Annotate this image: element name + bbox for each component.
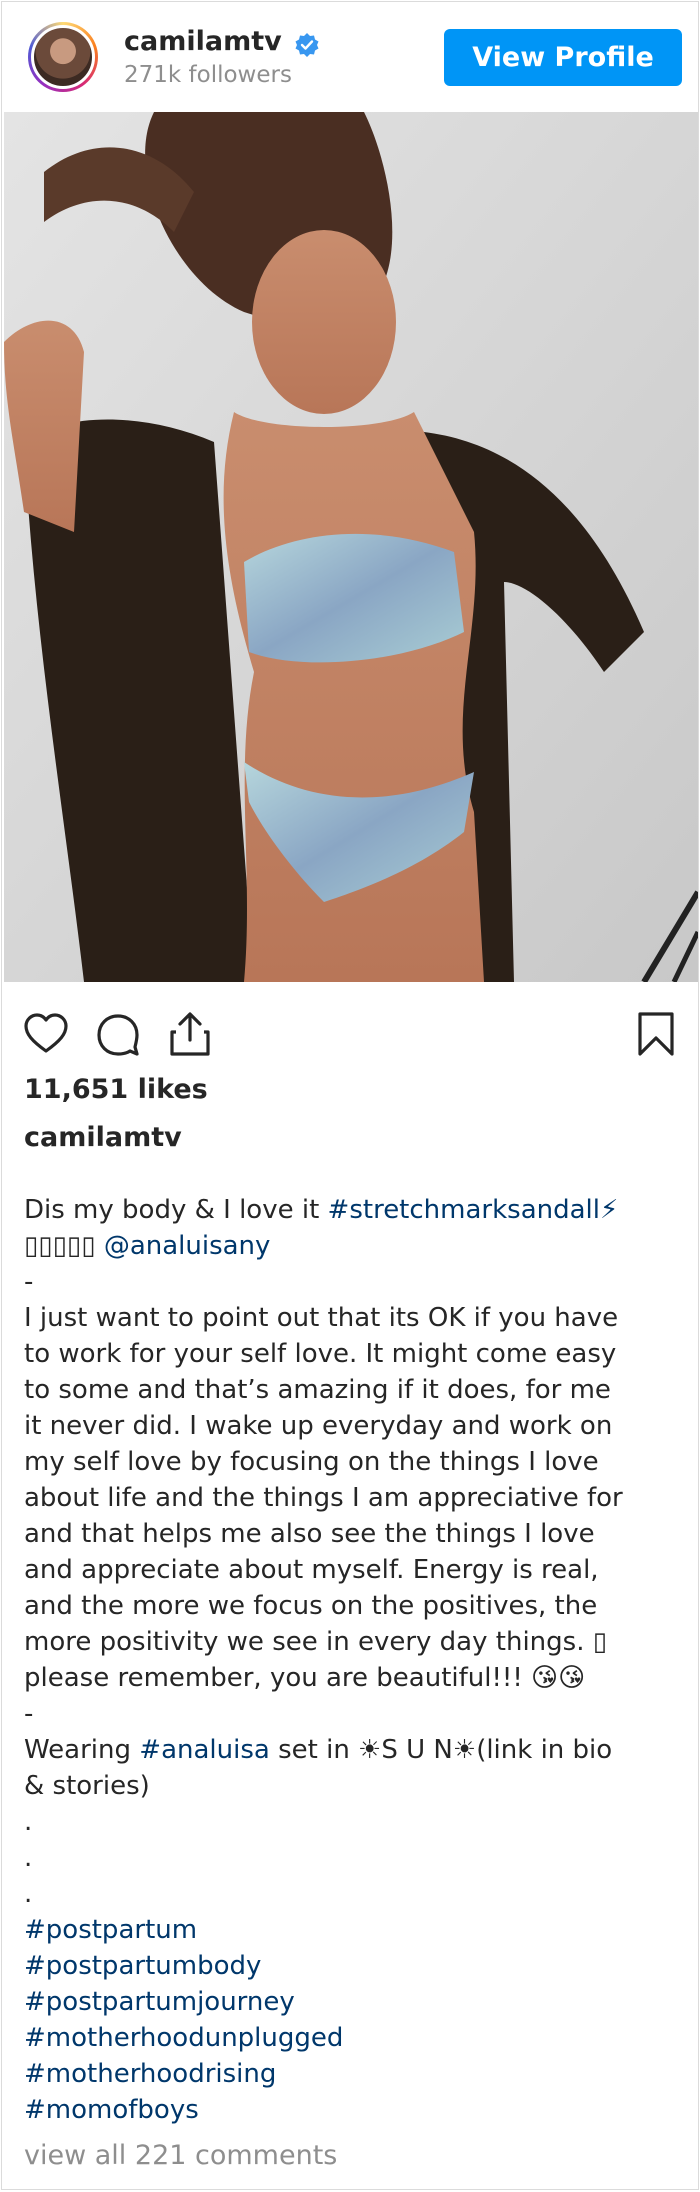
comment-icon[interactable] <box>94 1010 142 1058</box>
caption-text: . <box>24 1879 33 1909</box>
caption-text: and appreciate about myself. Energy is r… <box>24 1555 599 1585</box>
post-photo[interactable] <box>4 112 698 982</box>
post-photo-illustration <box>4 112 698 982</box>
caption-text: please remember, you are beautiful!!! 😘😘 <box>24 1663 586 1693</box>
caption-text: - <box>24 1267 34 1297</box>
caption-text: Dis my body & I love it <box>24 1195 328 1225</box>
caption-text: . <box>24 1843 33 1873</box>
hashtag-link[interactable]: #postpartumjourney <box>24 1987 295 2017</box>
action-bar <box>2 1002 700 1062</box>
post-caption: Dis my body & I love it #stretchmarksand… <box>24 1192 679 2128</box>
caption-text: and the more we focus on the positives, … <box>24 1591 598 1621</box>
caption-text: to work for your self love. It might com… <box>24 1339 617 1369</box>
heart-icon[interactable] <box>22 1010 70 1058</box>
caption-text: - <box>24 1699 34 1729</box>
caption-line: #motherhoodrising <box>24 2056 679 2092</box>
caption-line: . <box>24 1804 679 1840</box>
caption-text: ▯▯▯▯▯ <box>24 1231 104 1261</box>
caption-line: and the more we focus on the positives, … <box>24 1588 679 1624</box>
caption-line: Wearing #analuisa set in ☀S U N☀(link in… <box>24 1732 679 1768</box>
hashtag-link[interactable]: #postpartumbody <box>24 1951 261 1981</box>
hashtag-link[interactable]: #postpartum <box>24 1915 197 1945</box>
caption-text: Wearing <box>24 1735 140 1765</box>
caption-text: . <box>24 1807 33 1837</box>
caption-line: to work for your self love. It might com… <box>24 1336 679 1372</box>
caption-line: . <box>24 1876 679 1912</box>
caption-line: #motherhoodunplugged <box>24 2020 679 2056</box>
caption-text: to some and that’s amazing if it does, f… <box>24 1375 611 1405</box>
caption-line: Dis my body & I love it #stretchmarksand… <box>24 1192 679 1228</box>
caption-line: #postpartumjourney <box>24 1984 679 2020</box>
avatar-image <box>31 25 95 89</box>
verified-icon <box>295 33 319 57</box>
follower-count: 271k followers <box>124 62 292 88</box>
share-icon[interactable] <box>166 1010 214 1058</box>
caption-line: it never did. I wake up everyday and wor… <box>24 1408 679 1444</box>
caption-line: more positivity we see in every day thin… <box>24 1624 679 1660</box>
bookmark-icon[interactable] <box>632 1010 680 1058</box>
caption-line: about life and the things I am appreciat… <box>24 1480 679 1516</box>
mention-link[interactable]: @analuisany <box>104 1231 271 1261</box>
caption-text: and that helps me also see the things I … <box>24 1519 595 1549</box>
caption-line: ▯▯▯▯▯ @analuisany <box>24 1228 679 1264</box>
username[interactable]: camilamtv <box>124 26 282 57</box>
instagram-embed-card: camilamtv 271k followers View Profile 11… <box>1 1 699 2190</box>
view-profile-button[interactable]: View Profile <box>444 29 682 86</box>
caption-text: set in ☀S U N☀(link in bio <box>269 1735 613 1765</box>
caption-line: my self love by focusing on the things I… <box>24 1444 679 1480</box>
view-comments-link[interactable]: view all 221 comments <box>24 2140 337 2171</box>
caption-text: my self love by focusing on the things I… <box>24 1447 599 1477</box>
caption-line: - <box>24 1696 679 1732</box>
caption-line: #postpartum <box>24 1912 679 1948</box>
hashtag-link[interactable]: #analuisa <box>139 1735 270 1765</box>
like-count[interactable]: 11,651 likes <box>24 1074 208 1105</box>
caption-line: #postpartumbody <box>24 1948 679 1984</box>
post-header: camilamtv 271k followers View Profile <box>2 2 698 110</box>
caption-text: I just want to point out that its OK if … <box>24 1303 619 1333</box>
hashtag-link[interactable]: #momofboys <box>24 2095 199 2125</box>
caption-line: #momofboys <box>24 2092 679 2128</box>
hashtag-link[interactable]: #motherhoodunplugged <box>24 2023 343 2053</box>
caption-line: & stories) <box>24 1768 679 1804</box>
caption-line: - <box>24 1264 679 1300</box>
caption-line: and that helps me also see the things I … <box>24 1516 679 1552</box>
caption-line: . <box>24 1840 679 1876</box>
hashtag-link[interactable]: #stretchmarksandall⚡ <box>328 1195 619 1225</box>
caption-text: & stories) <box>24 1771 150 1801</box>
caption-text: about life and the things I am appreciat… <box>24 1483 623 1513</box>
caption-text: it never did. I wake up everyday and wor… <box>24 1411 613 1441</box>
caption-text: more positivity we see in every day thin… <box>24 1627 608 1657</box>
caption-line: please remember, you are beautiful!!! 😘😘 <box>24 1660 679 1696</box>
caption-username[interactable]: camilamtv <box>24 1122 182 1153</box>
caption-line: and appreciate about myself. Energy is r… <box>24 1552 679 1588</box>
avatar[interactable] <box>28 22 98 92</box>
caption-line: I just want to point out that its OK if … <box>24 1300 679 1336</box>
hashtag-link[interactable]: #motherhoodrising <box>24 2059 276 2089</box>
caption-line: to some and that’s amazing if it does, f… <box>24 1372 679 1408</box>
